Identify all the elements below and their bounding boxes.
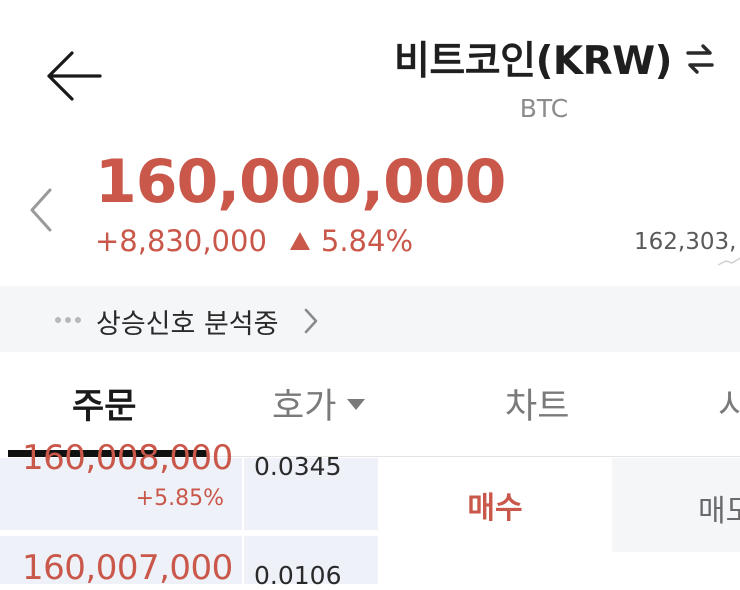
triangle-up-icon [289, 232, 310, 250]
more-dots-icon [54, 316, 82, 324]
orderbook-price: 160,007,000 [22, 548, 233, 588]
signal-text: 상승신호 분석중 [96, 309, 279, 340]
change-amount: +8,830,000 [95, 224, 267, 258]
sell-tab-label: 매도 [698, 494, 740, 529]
change-percent: 5.84% [320, 224, 414, 258]
sell-tab[interactable]: 매도 [612, 458, 740, 552]
arrow-left-icon [47, 51, 102, 101]
chevron-left-icon [30, 188, 52, 232]
current-price: 160,000,000 [95, 147, 506, 217]
tab-orderbook[interactable]: 호가 [272, 378, 366, 429]
orderbook-change: +5.85% [135, 486, 224, 511]
back-button[interactable] [44, 50, 104, 102]
caret-down-icon [347, 398, 366, 410]
chevron-right-icon [302, 307, 320, 335]
tab-order[interactable]: 주문 [72, 378, 136, 429]
swap-arrows-icon [686, 44, 714, 74]
swap-currency-button[interactable] [684, 42, 716, 76]
tab-orderbook-label: 호가 [272, 387, 337, 427]
orderbook-row-gap [0, 530, 378, 536]
buy-tab[interactable]: 매수 [378, 458, 612, 552]
tab-chart[interactable]: 차트 [505, 378, 569, 429]
orderbook-qty: 0.0106 [254, 561, 342, 590]
previous-coin-button[interactable] [22, 184, 62, 240]
orderbook-qty: 0.0345 [254, 452, 342, 481]
mini-chart [716, 255, 740, 267]
tab-market-info[interactable]: 시 [718, 378, 740, 429]
sparkline-icon [717, 257, 740, 266]
coin-title: 비트코인(KRW) [394, 39, 672, 84]
price-change-row: +8,830,000 5.84% [95, 224, 413, 258]
orderbook-price: 160,008,000 [22, 438, 233, 478]
coin-symbol: BTC [519, 94, 569, 123]
high-price: 162,303, [634, 229, 737, 255]
